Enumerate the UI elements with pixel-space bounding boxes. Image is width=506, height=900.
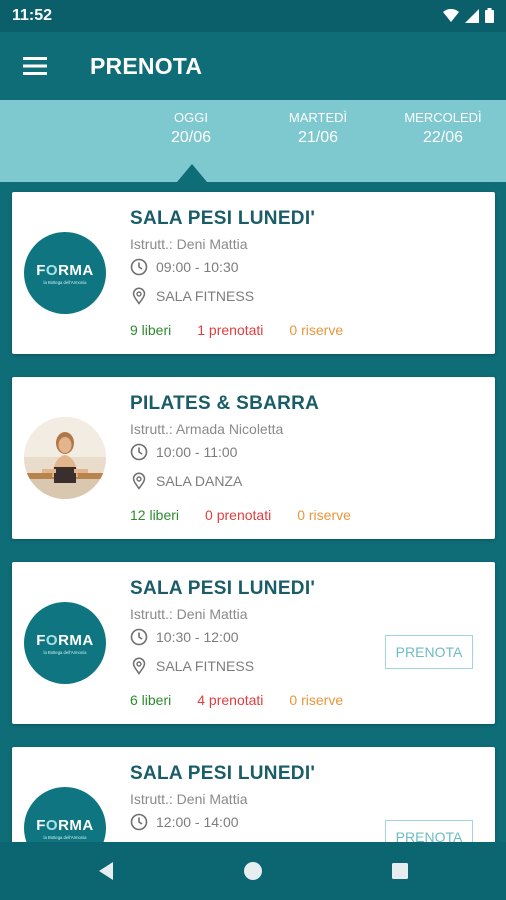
booked-count: 4 prenotati [197,692,264,708]
svg-text:la Bottega dell'Armonia: la Bottega dell'Armonia [44,280,88,285]
tab-tuesday[interactable]: MARTEDÌ 21/06 [263,110,373,147]
reserve-count: 0 riserve [289,322,344,338]
time-row: 10:30 - 12:00 [130,628,239,646]
status-icons [443,8,494,23]
availability: 12 liberi 0 prenotati 0 riserve [130,507,351,523]
page-title: PRENOTA [90,53,203,79]
forma-logo: FORMA la Bottega dell'Armonia [24,602,106,684]
reserve-count: 0 riserve [289,692,344,708]
location-pin-icon [132,657,146,675]
course-time: 12:00 - 14:00 [156,814,239,830]
course-room: SALA DANZA [156,473,243,489]
location-pin-icon [132,287,146,305]
course-room: SALA FITNESS [156,288,255,304]
course-title: PILATES & SBARRA [130,393,320,414]
course-card[interactable]: PILATES & SBARRA Istrutt.: Armada Nicole… [12,377,495,539]
recents-icon [392,863,408,879]
booked-count: 1 prenotati [197,322,264,338]
clock-icon [130,628,148,646]
instructor: Istrutt.: Deni Mattia [130,236,248,252]
home-icon [244,862,262,880]
forma-logo: FORMA la Bottega dell'Armonia [24,232,106,314]
day-name: OGGI [174,110,208,125]
course-card[interactable]: FORMA la Bottega dell'Armonia SALA PESI … [12,562,495,724]
svg-text:FORMA: FORMA [36,632,94,649]
back-button[interactable] [93,858,119,884]
course-time: 10:00 - 11:00 [156,444,238,460]
book-button[interactable]: PRENOTA [385,820,473,842]
time-row: 09:00 - 10:30 [130,258,239,276]
day-date: 20/06 [170,129,212,146]
instructor: Istrutt.: Armada Nicoletta [130,421,284,437]
app-bar: PRENOTA [0,32,506,100]
course-card[interactable]: FORMA la Bottega dell'Armonia SALA PESI … [12,192,495,354]
back-icon [99,862,113,880]
clock-icon [130,443,148,461]
recents-button[interactable] [387,858,413,884]
instructor: Istrutt.: Deni Mattia [130,791,248,807]
day-name: MARTEDÌ [288,110,348,125]
availability: 6 liberi 4 prenotati 0 riserve [130,692,343,708]
wifi-icon [443,8,459,22]
day-date: 21/06 [297,129,339,146]
free-count: 12 liberi [130,507,180,523]
svg-text:FORMA: FORMA [36,817,94,834]
course-time: 10:30 - 12:00 [156,629,239,645]
day-date: 22/06 [422,129,464,146]
battery-icon [485,8,494,23]
signal-icon [465,8,479,23]
instructor: Istrutt.: Deni Mattia [130,606,248,622]
svg-text:la Bottega dell'Armonia: la Bottega dell'Armonia [44,835,88,840]
day-selector: OGGI 20/06 MARTEDÌ 21/06 MERCOLEDÌ 22/06 [0,100,506,182]
course-title: SALA PESI LUNEDI' [130,208,316,229]
svg-text:la Bottega dell'Armonia: la Bottega dell'Armonia [44,650,88,655]
svg-text:FORMA: FORMA [36,262,94,279]
home-button[interactable] [240,858,266,884]
book-button[interactable]: PRENOTA [385,635,473,669]
room-row: SALA FITNESS [130,657,254,675]
course-room: SALA FITNESS [156,658,255,674]
day-name: MERCOLEDÌ [404,110,482,125]
room-row: SALA FITNESS [130,287,254,305]
location-pin-icon [132,472,146,490]
course-title: SALA PESI LUNEDI' [130,763,316,784]
course-time: 09:00 - 10:30 [156,259,239,275]
selected-day-indicator [177,164,207,182]
clock-icon [130,813,148,831]
free-count: 9 liberi [130,322,172,338]
menu-button[interactable] [18,52,52,80]
tab-wednesday[interactable]: MERCOLEDÌ 22/06 [388,110,498,147]
free-count: 6 liberi [130,692,172,708]
instructor-photo [24,417,106,499]
reserve-count: 0 riserve [297,507,351,523]
status-time: 11:52 [12,7,53,24]
course-list[interactable]: FORMA la Bottega dell'Armonia SALA PESI … [0,182,506,842]
booked-count: 0 prenotati [205,507,272,523]
time-row: 10:00 - 11:00 [130,443,237,461]
room-row: SALA DANZA [130,472,242,490]
forma-logo: FORMA la Bottega dell'Armonia [24,787,106,842]
tab-today[interactable]: OGGI 20/06 [136,110,246,147]
course-card[interactable]: FORMA la Bottega dell'Armonia SALA PESI … [12,747,495,842]
status-bar: 11:52 [0,0,506,32]
system-nav-bar [0,842,506,900]
course-title: SALA PESI LUNEDI' [130,578,316,599]
clock-icon [130,258,148,276]
availability: 9 liberi 1 prenotati 0 riserve [130,322,343,338]
menu-icon [23,57,47,75]
time-row: 12:00 - 14:00 [130,813,239,831]
